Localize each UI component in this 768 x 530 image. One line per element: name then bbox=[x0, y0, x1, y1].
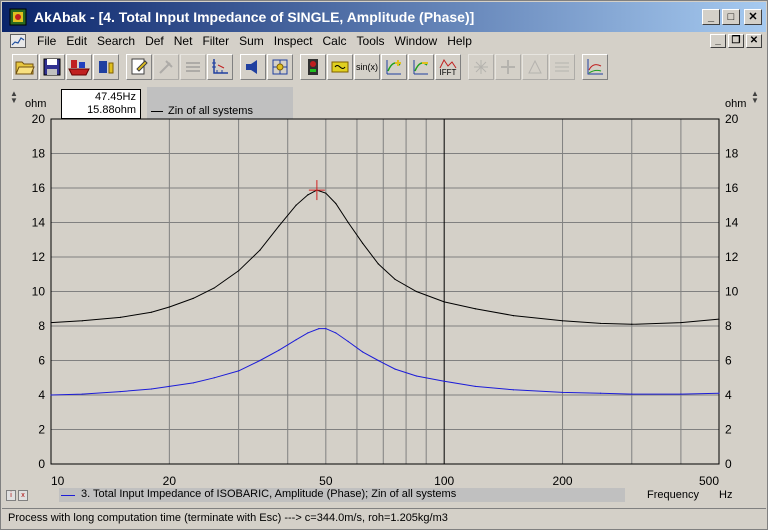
series-point bbox=[325, 192, 327, 194]
x-tick-label: 100 bbox=[434, 474, 454, 488]
y-tick-left: 0 bbox=[38, 457, 45, 471]
series-point bbox=[307, 332, 309, 334]
y-tick-right: 14 bbox=[725, 216, 739, 230]
series-point bbox=[680, 393, 682, 395]
series-point bbox=[307, 194, 309, 196]
x-axis-label: Frequency bbox=[647, 489, 699, 501]
series-point bbox=[361, 242, 364, 244]
y-tick-right: 20 bbox=[725, 112, 739, 126]
series-point bbox=[325, 327, 327, 330]
legend-bottom-label: 3. Total Input Impedance of ISOBARIC, Am… bbox=[81, 488, 457, 500]
series-point bbox=[318, 327, 320, 330]
y-tick-left: 12 bbox=[32, 250, 46, 264]
series-point bbox=[259, 249, 261, 251]
series-point bbox=[377, 359, 379, 362]
series-point bbox=[443, 301, 445, 303]
series-point bbox=[237, 270, 240, 272]
series-point bbox=[213, 287, 215, 289]
impedance-chart[interactable]: 0 0 2 2 4 4 6 6 8 8 10 10 12 12 14 14 16 16 18 18 20 20 10 20 50… bbox=[1, 1, 768, 491]
series-point bbox=[394, 368, 396, 370]
series-point bbox=[512, 315, 515, 317]
y-tick-left: 20 bbox=[32, 112, 46, 126]
series-point bbox=[718, 318, 720, 320]
series-point bbox=[512, 389, 515, 391]
status-text: Process with long computation time (term… bbox=[8, 512, 448, 524]
y-tick-left: 4 bbox=[38, 388, 45, 402]
series-point bbox=[631, 323, 633, 325]
y-tick-right: 18 bbox=[725, 147, 739, 161]
series-point bbox=[474, 385, 476, 387]
legend-swatch-blue bbox=[61, 495, 75, 496]
series-point bbox=[278, 225, 280, 227]
y-tick-left: 10 bbox=[32, 285, 46, 299]
series-point bbox=[295, 204, 297, 206]
series-point bbox=[192, 297, 194, 299]
series-point bbox=[561, 391, 564, 394]
y-tick-right: 6 bbox=[725, 354, 732, 368]
y-tick-right: 4 bbox=[725, 388, 732, 402]
series-point bbox=[213, 377, 215, 379]
x-tick-label: 500 bbox=[699, 474, 719, 488]
series-point bbox=[50, 394, 52, 396]
y-tick-left: 14 bbox=[32, 216, 46, 230]
series-point bbox=[377, 263, 379, 265]
info-icon[interactable]: i bbox=[6, 490, 16, 501]
series-point bbox=[680, 321, 682, 324]
series-point bbox=[415, 375, 418, 377]
series-point bbox=[295, 339, 297, 341]
status-bar: Process with long computation time (term… bbox=[2, 508, 766, 528]
series-point bbox=[168, 385, 170, 387]
series-point bbox=[150, 388, 152, 390]
series-point bbox=[150, 311, 152, 313]
series-point bbox=[361, 351, 364, 353]
x-tick-label: 10 bbox=[51, 474, 65, 488]
series-point bbox=[415, 290, 418, 293]
series-point bbox=[631, 393, 633, 395]
y-tick-left: 8 bbox=[38, 319, 45, 333]
y-tick-right: 10 bbox=[725, 285, 739, 299]
marker-icon[interactable]: x bbox=[18, 490, 28, 501]
y-tick-left: 16 bbox=[32, 181, 46, 195]
series-point bbox=[237, 370, 240, 372]
series-point bbox=[192, 382, 194, 384]
series-point bbox=[347, 340, 349, 343]
x-tick-label: 200 bbox=[553, 474, 573, 488]
x-tick-label: 20 bbox=[163, 474, 177, 488]
series-point bbox=[119, 390, 121, 393]
y-tick-right: 2 bbox=[725, 423, 732, 437]
x-unit-label: Hz bbox=[719, 489, 733, 501]
series-point bbox=[335, 202, 337, 205]
series-point bbox=[81, 320, 83, 322]
series-point bbox=[119, 316, 121, 318]
series-point bbox=[394, 278, 396, 281]
y-tick-right: 16 bbox=[725, 181, 739, 195]
x-tick-label: 50 bbox=[319, 474, 333, 488]
series-point bbox=[81, 393, 83, 395]
series-point bbox=[443, 380, 445, 382]
series-point bbox=[335, 332, 337, 334]
y-tick-left: 18 bbox=[32, 147, 46, 161]
y-tick-left: 6 bbox=[38, 354, 45, 368]
series-point bbox=[600, 392, 602, 394]
app-window: AkAbak - [4. Total Input Impedance of SI… bbox=[0, 0, 768, 530]
y-tick-right: 0 bbox=[725, 457, 732, 471]
series-point bbox=[278, 349, 280, 351]
series-point bbox=[600, 322, 602, 325]
series-point bbox=[50, 321, 52, 324]
y-tick-left: 2 bbox=[38, 423, 45, 437]
series-point bbox=[168, 306, 170, 308]
y-tick-right: 12 bbox=[725, 250, 739, 264]
series-point bbox=[474, 308, 476, 310]
series-point bbox=[259, 359, 261, 362]
series-point bbox=[561, 320, 564, 322]
legend-bottom: 3. Total Input Impedance of ISOBARIC, Am… bbox=[59, 488, 625, 502]
series-point bbox=[347, 221, 349, 224]
series-point bbox=[718, 392, 720, 394]
y-tick-right: 8 bbox=[725, 319, 732, 333]
